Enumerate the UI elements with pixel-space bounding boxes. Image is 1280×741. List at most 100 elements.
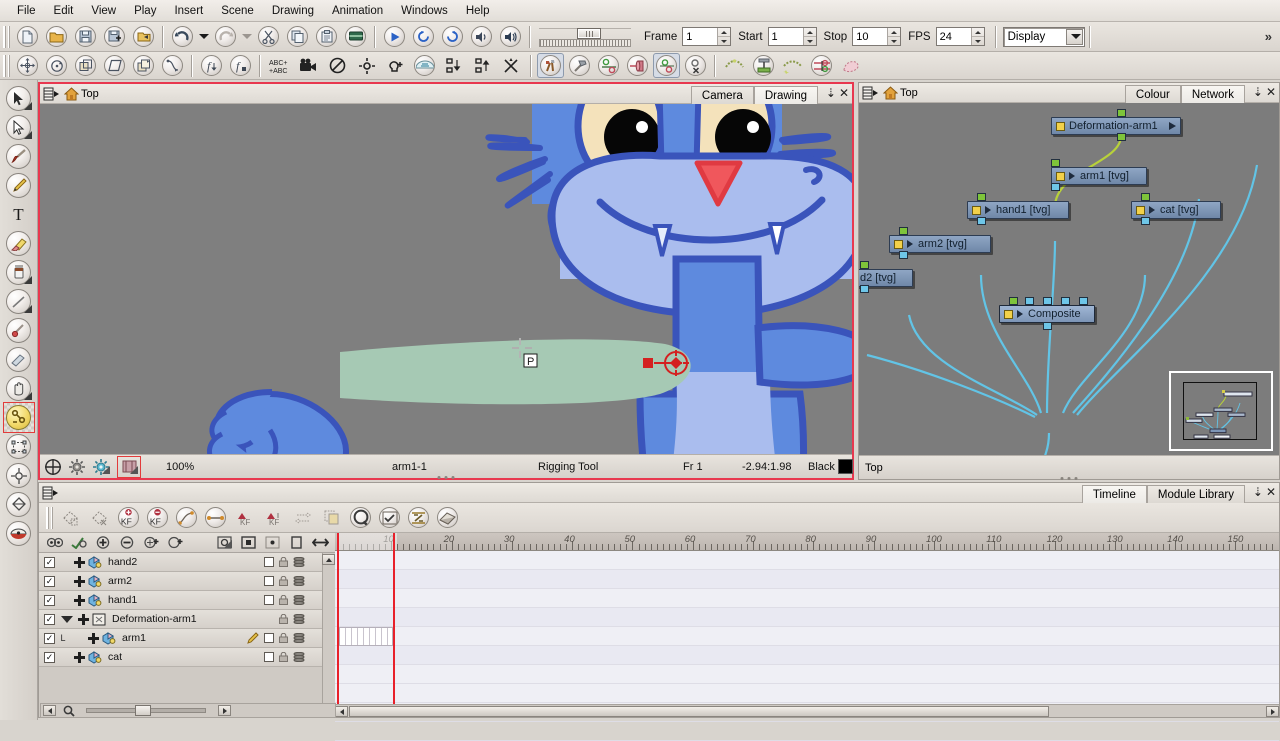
node-arm1[interactable]: arm1 [tvg]: [1051, 167, 1147, 185]
sparkle-deform-button[interactable]: [779, 53, 806, 78]
timeline-lane[interactable]: [335, 570, 1279, 589]
hand-tool-button[interactable]: [4, 374, 34, 403]
layer-row[interactable]: ✓ hand1: [39, 591, 335, 610]
constant-segment-button[interactable]: [202, 505, 229, 530]
region-button[interactable]: [837, 53, 864, 78]
start-field[interactable]: [767, 27, 817, 46]
remove-drawing-button[interactable]: [86, 505, 113, 530]
envelope-button[interactable]: [750, 53, 777, 78]
dropper-tool-button[interactable]: [4, 316, 34, 345]
detach-icon[interactable]: ⇣: [1253, 85, 1263, 99]
frame-slider[interactable]: [539, 25, 631, 49]
timeline-lane[interactable]: [335, 551, 1279, 570]
node-port-out[interactable]: [1117, 133, 1126, 141]
function-stop-button[interactable]: f: [227, 53, 254, 78]
expand-width-button[interactable]: [309, 534, 331, 552]
close-icon[interactable]: ✕: [839, 86, 849, 100]
light-table-button[interactable]: [117, 455, 141, 478]
cut-button[interactable]: [255, 24, 282, 49]
toolbar-overflow-button[interactable]: »: [1265, 29, 1272, 44]
contour-editor-button[interactable]: [4, 113, 34, 142]
scroll-up-button[interactable]: [322, 554, 335, 565]
no-peg-button[interactable]: [324, 53, 351, 78]
zoom-slider-thumb[interactable]: [135, 705, 151, 716]
layer-list-scrollbar[interactable]: [322, 553, 335, 717]
timeline-lane[interactable]: [335, 646, 1279, 665]
stack-button[interactable]: [130, 53, 157, 78]
layer-lock-checkbox[interactable]: [264, 633, 274, 643]
flatten-button[interactable]: [434, 505, 461, 530]
zoom-slider-track[interactable]: [86, 705, 206, 716]
layer-visibility-checkbox[interactable]: ✓: [44, 594, 55, 606]
paste-cycle-button[interactable]: KF: [260, 505, 287, 530]
layer-visibility-checkbox[interactable]: ✓: [44, 651, 55, 663]
fps-spinner[interactable]: [970, 28, 984, 45]
timeline-hscrollbar[interactable]: [335, 704, 1279, 717]
node-port-in-1[interactable]: [1025, 297, 1034, 305]
light-add-button[interactable]: [382, 53, 409, 78]
add-keyframe-button[interactable]: KF: [115, 505, 142, 530]
layer-pencil-icon[interactable]: [246, 632, 259, 644]
slider-thumb[interactable]: [577, 27, 601, 39]
swap-drawing-button[interactable]: [289, 505, 316, 530]
link-layers-button[interactable]: [68, 534, 90, 552]
menu-item-play[interactable]: Play: [125, 3, 165, 19]
detach-icon[interactable]: ⇣: [826, 86, 836, 100]
undo-dropdown-button[interactable]: [198, 24, 210, 49]
transform-button[interactable]: [14, 53, 41, 78]
add-control-button[interactable]: [595, 53, 622, 78]
volume-button[interactable]: [497, 24, 524, 49]
scroll-left-button[interactable]: [43, 705, 56, 716]
group-button[interactable]: [342, 24, 369, 49]
onion-marker-button[interactable]: [261, 534, 283, 552]
play-button[interactable]: [381, 24, 408, 49]
lock-icon[interactable]: [279, 613, 288, 624]
menu-item-animation[interactable]: Animation: [323, 3, 392, 19]
spline-offset-button[interactable]: [159, 53, 186, 78]
layer-visibility-checkbox[interactable]: ✓: [44, 613, 55, 625]
timeline-ruler[interactable]: 10 20 30 40 50 60 70 80 90 100 110 120 130 140 150: [335, 533, 1279, 551]
layer-add-icon[interactable]: [74, 575, 85, 587]
copy-drawing-button[interactable]: [318, 505, 345, 530]
onion-skin-toggle-button[interactable]: [90, 457, 112, 477]
current-frame-playhead[interactable]: [393, 533, 395, 717]
set-ease-button[interactable]: [173, 505, 200, 530]
menu-item-drawing[interactable]: Drawing: [263, 3, 323, 19]
close-icon[interactable]: ✕: [1266, 485, 1276, 499]
rigging-tool-button-left[interactable]: [2, 402, 35, 433]
view-menu-icon[interactable]: [862, 85, 879, 100]
node-port-in[interactable]: [899, 227, 908, 235]
layer-stack-icon[interactable]: [293, 632, 305, 644]
pencil-tool-button[interactable]: [4, 171, 34, 200]
stop-input[interactable]: [853, 28, 888, 45]
cutter-button[interactable]: [498, 53, 525, 78]
layer-row[interactable]: ✓ cat: [39, 648, 335, 667]
node-port-in-0[interactable]: [1009, 297, 1018, 305]
offset-button[interactable]: [808, 53, 835, 78]
frame-input[interactable]: [683, 28, 718, 45]
tab-camera[interactable]: Camera: [690, 86, 754, 104]
redo-dropdown-button[interactable]: [241, 24, 253, 49]
fps-field[interactable]: [935, 27, 985, 46]
enable-layer-button[interactable]: [376, 505, 403, 530]
layer-stack-icon[interactable]: [293, 594, 305, 606]
lock-icon[interactable]: [279, 556, 288, 567]
add-group-button[interactable]: [164, 534, 186, 552]
render-settings-button[interactable]: [66, 457, 88, 477]
node-port-out[interactable]: [1141, 217, 1150, 225]
remove-keyframe-button[interactable]: KF: [144, 505, 171, 530]
node-deformation-arm1[interactable]: Deformation-arm1: [1051, 117, 1181, 135]
menu-item-windows[interactable]: Windows: [392, 3, 457, 19]
menu-item-insert[interactable]: Insert: [165, 3, 212, 19]
open-file-button[interactable]: [43, 24, 70, 49]
layer-lock-checkbox[interactable]: [264, 595, 274, 605]
layer-stack-icon[interactable]: [293, 575, 305, 587]
menu-item-edit[interactable]: Edit: [45, 3, 83, 19]
lock-icon[interactable]: [279, 632, 288, 643]
delete-control-button[interactable]: [624, 53, 651, 78]
toolbar-grip[interactable]: [46, 506, 53, 529]
morph-tool-button[interactable]: [4, 490, 34, 519]
node-port-in[interactable]: [1051, 159, 1060, 167]
start-input[interactable]: [768, 28, 803, 45]
scroll-left-button[interactable]: [335, 706, 348, 717]
